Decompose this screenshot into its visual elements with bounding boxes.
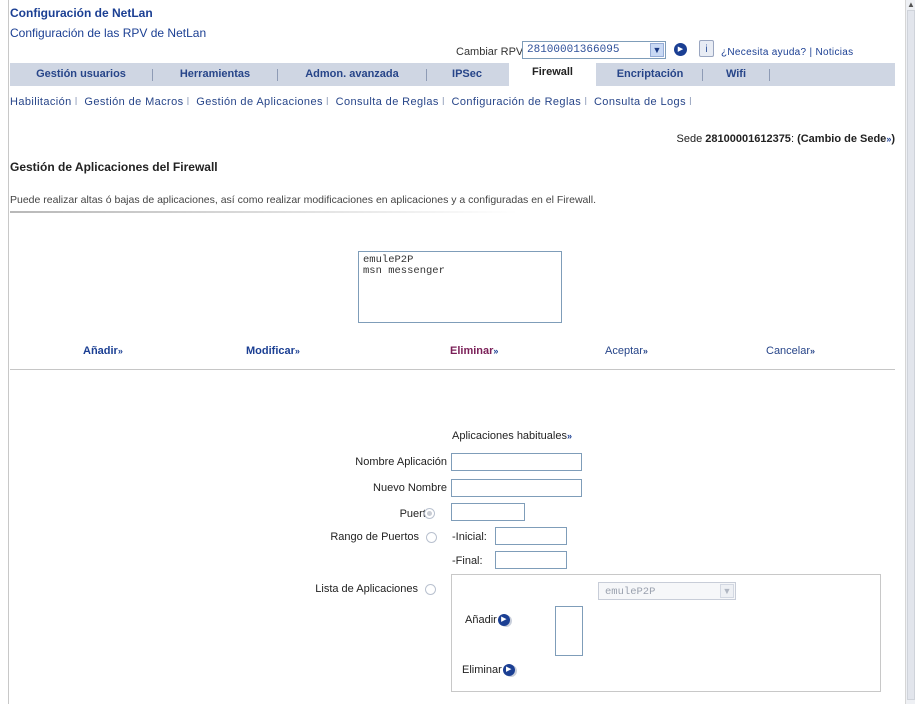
tab-herramientas[interactable]: Herramientas bbox=[153, 63, 277, 86]
app-list-select-value: emuleP2P bbox=[605, 586, 656, 598]
go-arrow-icon[interactable]: ▶ bbox=[674, 43, 687, 56]
double-arrow-icon: » bbox=[886, 134, 892, 144]
tab-wifi[interactable]: Wifi bbox=[703, 63, 769, 86]
subnav-gestion-macros[interactable]: Gestión de Macros bbox=[84, 96, 183, 108]
delete-button[interactable]: Eliminar» bbox=[450, 345, 498, 357]
range-initial-label: -Inicial: bbox=[452, 531, 487, 543]
double-arrow-icon: » bbox=[810, 346, 816, 356]
list-add-button[interactable]: Añadir ▶ bbox=[465, 614, 510, 627]
delete-arrow-icon: ▶ bbox=[502, 664, 515, 677]
chevron-down-icon[interactable]: ▼ bbox=[720, 584, 734, 598]
rpv-select-value: 28100001366095 bbox=[527, 44, 620, 56]
modify-label: Modificar bbox=[246, 345, 295, 357]
add-label: Añadir bbox=[83, 345, 118, 357]
section-divider bbox=[10, 369, 895, 370]
chevron-down-icon[interactable]: ▼ bbox=[650, 43, 664, 57]
add-button[interactable]: Añadir» bbox=[83, 345, 123, 357]
change-rpv-label: Cambiar RPV bbox=[456, 46, 524, 58]
subnav-habilitacion[interactable]: Habilitación bbox=[10, 96, 72, 108]
page-subtitle: Configuración de las RPV de NetLan bbox=[10, 26, 207, 40]
accept-button[interactable]: Aceptar» bbox=[605, 345, 648, 357]
app-list-radio[interactable] bbox=[425, 584, 436, 595]
section-description: Puede realizar altas ó bajas de aplicaci… bbox=[10, 194, 596, 206]
cancel-button[interactable]: Cancelar» bbox=[766, 345, 815, 357]
tab-firewall[interactable]: Firewall bbox=[509, 61, 596, 86]
description-underline bbox=[10, 211, 518, 213]
sede-prefix: Sede bbox=[676, 133, 703, 145]
change-sede-link[interactable]: (Cambio de Sede») bbox=[797, 133, 895, 145]
section-title: Gestión de Aplicaciones del Firewall bbox=[10, 160, 218, 174]
rpv-select[interactable]: 28100001366095 ▼ bbox=[522, 41, 666, 59]
main-tabs: Gestión usuarios Herramientas Admon. ava… bbox=[10, 61, 895, 86]
tab-ipsec[interactable]: IPSec bbox=[427, 63, 507, 86]
subnav-separator: ǀ bbox=[441, 96, 446, 108]
vertical-scrollbar[interactable]: ▲ bbox=[905, 0, 915, 704]
port-input[interactable] bbox=[451, 503, 525, 521]
tab-divider bbox=[769, 69, 770, 81]
new-name-label: Nuevo Nombre bbox=[373, 482, 447, 494]
tab-gestion-usuarios[interactable]: Gestión usuarios bbox=[10, 63, 152, 86]
applications-listbox[interactable]: emuleP2P msn messenger bbox=[358, 251, 562, 323]
double-arrow-icon: » bbox=[566, 431, 572, 441]
range-initial-input[interactable] bbox=[495, 527, 567, 545]
firewall-subnav: Habilitación ǀ Gestión de Macros ǀ Gestión… bbox=[10, 96, 695, 108]
common-apps-label: Aplicaciones habituales bbox=[452, 430, 567, 442]
info-icon[interactable]: i bbox=[699, 40, 714, 57]
tab-encriptacion[interactable]: Encriptación bbox=[598, 63, 702, 86]
list-add-label: Añadir bbox=[465, 614, 497, 626]
cancel-label: Cancelar bbox=[766, 345, 811, 357]
scrollbar-thumb[interactable] bbox=[907, 10, 915, 700]
list-delete-button[interactable]: Eliminar ▶ bbox=[462, 664, 515, 677]
help-news-links[interactable]: ¿Necesita ayuda? | Noticias bbox=[721, 47, 853, 58]
subnav-consulta-reglas[interactable]: Consulta de Reglas bbox=[336, 96, 439, 108]
sede-info: Sede 28100001612375: (Cambio de Sede») bbox=[676, 133, 895, 145]
subnav-separator: ǀ bbox=[688, 96, 693, 108]
tab-admon-avanzada[interactable]: Admon. avanzada bbox=[278, 63, 426, 86]
list-delete-label: Eliminar bbox=[462, 664, 502, 676]
subnav-separator: ǀ bbox=[186, 96, 190, 108]
port-range-label: Rango de Puertos bbox=[330, 531, 419, 543]
app-list-label: Lista de Aplicaciones bbox=[315, 583, 418, 595]
port-range-radio[interactable] bbox=[426, 532, 437, 543]
selected-apps-listbox[interactable] bbox=[555, 606, 583, 656]
scroll-up-icon[interactable]: ▲ bbox=[907, 0, 915, 9]
subnav-separator: ǀ bbox=[74, 96, 78, 108]
double-arrow-icon: » bbox=[294, 346, 300, 356]
app-title: Configuración de NetLan bbox=[10, 6, 153, 20]
common-apps-link[interactable]: Aplicaciones habituales» bbox=[452, 430, 572, 442]
new-name-input[interactable] bbox=[451, 479, 582, 497]
range-final-label: -Final: bbox=[452, 555, 483, 567]
double-arrow-icon: » bbox=[493, 346, 499, 356]
list-item[interactable]: msn messenger bbox=[363, 266, 557, 277]
sede-code: 28100001612375 bbox=[705, 133, 791, 145]
subnav-gestion-aplicaciones[interactable]: Gestión de Aplicaciones bbox=[196, 96, 323, 108]
subnav-configuracion-reglas[interactable]: Configuración de Reglas bbox=[452, 96, 582, 108]
subnav-separator: ǀ bbox=[584, 96, 588, 108]
app-name-label: Nombre Aplicación bbox=[355, 456, 447, 468]
change-sede-label: (Cambio de Sede bbox=[797, 133, 887, 145]
subnav-consulta-logs[interactable]: Consulta de Logs bbox=[594, 96, 686, 108]
double-arrow-icon: » bbox=[117, 346, 123, 356]
range-final-input[interactable] bbox=[495, 551, 567, 569]
app-list-select[interactable]: emuleP2P ▼ bbox=[598, 582, 736, 600]
modify-button[interactable]: Modificar» bbox=[246, 345, 300, 357]
accept-label: Aceptar bbox=[605, 345, 643, 357]
delete-label: Eliminar bbox=[450, 345, 494, 357]
double-arrow-icon: » bbox=[642, 346, 648, 356]
app-name-input[interactable] bbox=[451, 453, 582, 471]
subnav-separator: ǀ bbox=[325, 96, 330, 108]
add-arrow-icon: ▶ bbox=[497, 614, 510, 627]
port-radio[interactable] bbox=[424, 508, 435, 519]
